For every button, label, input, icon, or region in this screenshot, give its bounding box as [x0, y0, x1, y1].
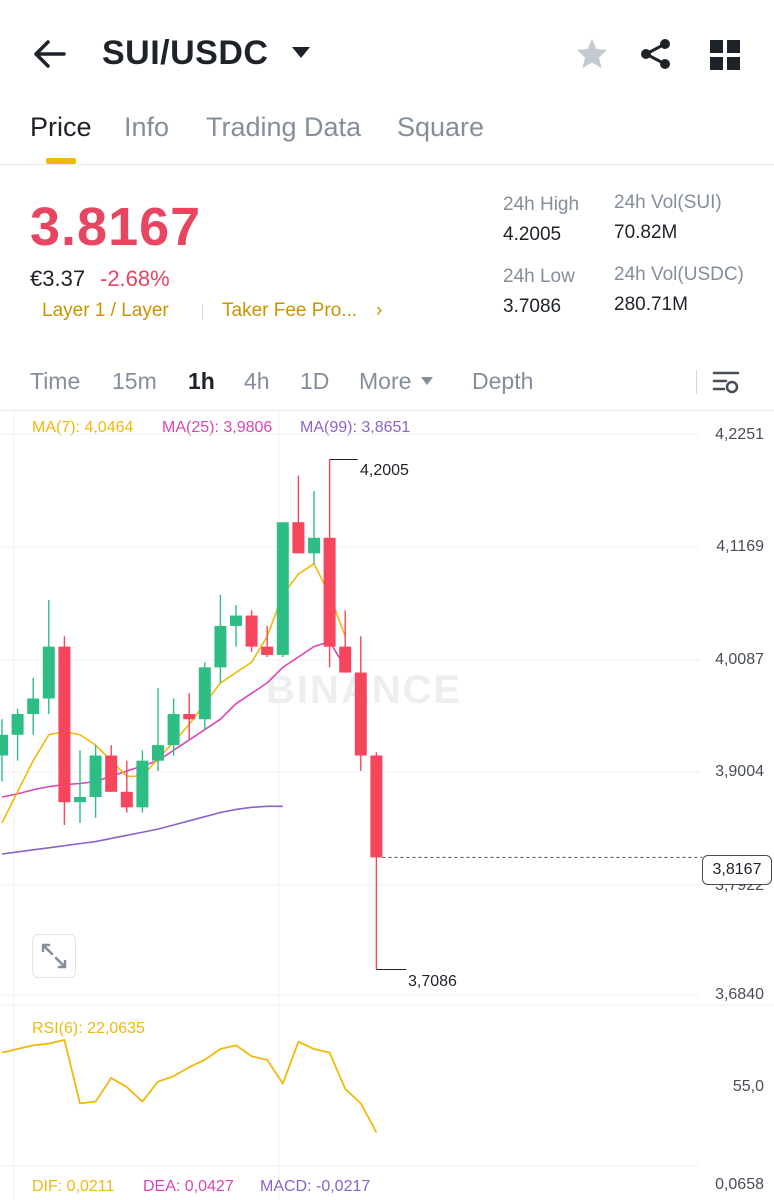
dif-label: DIF: 0,0211: [32, 1178, 115, 1195]
low-marker-label: 3,7086: [408, 973, 457, 990]
interval-1d[interactable]: 1D: [300, 368, 329, 395]
y-axis-label: 4,1169: [716, 538, 764, 555]
y-axis-label: 3,9004: [715, 763, 764, 780]
macd-axis-label: 0,0658: [715, 1176, 764, 1193]
candle-body: [339, 646, 352, 673]
tab-square[interactable]: Square: [397, 112, 484, 143]
tag-taker-fee[interactable]: Taker Fee Pro...: [222, 300, 357, 322]
vol-base-label: 24h Vol(SUI): [614, 192, 722, 213]
macd-label: MACD: -0,0217: [260, 1178, 371, 1195]
candle-body: [214, 625, 227, 668]
interval-1h[interactable]: 1h: [188, 368, 215, 395]
rsi-axis-label: 55,0: [732, 1078, 764, 1095]
interval-15m[interactable]: 15m: [112, 368, 157, 395]
candle-body: [105, 755, 118, 792]
last-price: 3.8167: [30, 197, 202, 257]
chevron-right-icon[interactable]: ›: [376, 300, 382, 322]
candle-body: [152, 745, 164, 761]
tag-separator: [202, 305, 203, 319]
candle-body: [276, 522, 289, 655]
tab-info[interactable]: Info: [124, 112, 169, 143]
star-icon[interactable]: [574, 36, 610, 72]
candle-body: [323, 537, 336, 647]
candle-body: [370, 755, 383, 858]
y-axis-label: 3,6840: [715, 986, 764, 1003]
interval-more[interactable]: More: [359, 368, 411, 395]
current-price-tag: 3,8167: [702, 855, 772, 885]
rsi-label: RSI(6): 22,0635: [32, 1020, 145, 1037]
expand-icon: [41, 943, 67, 969]
share-icon[interactable]: [638, 36, 674, 72]
candle-body: [167, 714, 180, 746]
candle-body: [292, 522, 305, 554]
high-marker-label: 4,2005: [360, 462, 409, 479]
caret-down-icon[interactable]: [290, 44, 312, 62]
high-label: 24h High: [503, 194, 580, 215]
fiat-price: €3.37: [30, 266, 86, 291]
trading-pair-title[interactable]: SUI/USDC: [102, 34, 268, 73]
candle-body: [136, 760, 149, 808]
vol-quote-value: 280.71M: [614, 294, 688, 315]
interval-separator: [696, 370, 697, 394]
tab-price[interactable]: Price: [30, 112, 92, 143]
candle-body: [354, 672, 367, 756]
vol-base-value: 70.82M: [614, 222, 678, 243]
grid-icon[interactable]: [708, 38, 742, 72]
dea-label: DEA: 0,0427: [143, 1178, 234, 1195]
candle-body: [11, 714, 24, 735]
more-caret-icon[interactable]: [420, 376, 434, 386]
candle-body: [261, 646, 274, 655]
candle-body: [74, 796, 86, 803]
rsi-line: [1, 1038, 378, 1133]
candle-body: [42, 646, 55, 699]
candle-body: [308, 537, 320, 554]
expand-chart-button[interactable]: [32, 934, 76, 978]
price-chart[interactable]: [0, 410, 774, 1200]
low-label: 24h Low: [503, 266, 575, 287]
y-axis-label: 4,2251: [715, 426, 764, 443]
tag-layer[interactable]: Layer 1 / Layer: [42, 300, 169, 322]
interval-4h[interactable]: 4h: [244, 368, 270, 395]
candle-body: [230, 615, 242, 626]
tab-divider: [0, 164, 774, 165]
candle-body: [198, 667, 211, 720]
candle-body: [89, 755, 102, 797]
candle-body: [245, 615, 258, 647]
candle-body: [183, 714, 196, 720]
y-axis-label: 4,0087: [715, 651, 764, 668]
candle-body: [0, 734, 8, 756]
ma99-line: [1, 805, 283, 855]
back-arrow-icon[interactable]: [30, 36, 70, 72]
interval-time[interactable]: Time: [30, 368, 80, 395]
candle-body: [120, 791, 133, 808]
low-value: 3.7086: [503, 296, 562, 317]
tab-trading-data[interactable]: Trading Data: [206, 112, 361, 143]
chart-settings-icon[interactable]: [712, 368, 740, 396]
vol-quote-label: 24h Vol(USDC): [614, 264, 744, 285]
candle-body: [58, 646, 71, 803]
candle-body: [27, 698, 40, 715]
price-change-percent: -2.68%: [100, 266, 170, 291]
high-value: 4.2005: [503, 224, 562, 245]
depth-tab[interactable]: Depth: [472, 368, 533, 395]
